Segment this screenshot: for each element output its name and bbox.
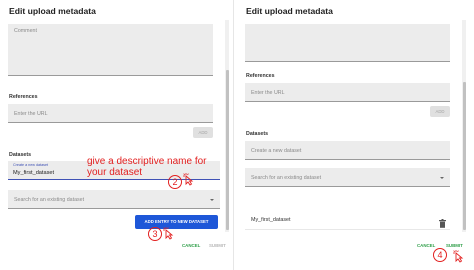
panel-divider	[233, 0, 234, 270]
cursor-click-icon	[452, 249, 466, 268]
right-dialog: Edit upload metadata References Enter th…	[237, 0, 466, 270]
scrollbar[interactable]	[225, 20, 229, 232]
cancel-button[interactable]: CANCEL	[417, 243, 435, 248]
add-entry-to-new-dataset-button[interactable]: ADD ENTRY TO NEW DATASET	[135, 215, 218, 229]
scrollbar[interactable]	[462, 20, 466, 232]
submit-button[interactable]: SUBMIT	[446, 243, 463, 248]
comment-field[interactable]: Comment	[8, 24, 213, 76]
url-input[interactable]: Enter the URL	[245, 83, 450, 102]
new-dataset-input[interactable]: Create a new dataset	[245, 141, 450, 160]
search-placeholder: Search for an existing dataset	[251, 175, 322, 181]
search-placeholder: Search for an existing dataset	[14, 197, 85, 203]
chevron-down-icon	[210, 199, 214, 201]
datasets-label: Datasets	[9, 152, 32, 158]
existing-dataset-select[interactable]: Search for an existing dataset	[245, 168, 450, 187]
url-input[interactable]: Enter the URL	[8, 104, 213, 123]
trash-icon[interactable]	[439, 215, 446, 233]
references-label: References	[246, 73, 275, 79]
new-dataset-value: My_first_dataset	[13, 170, 55, 176]
chevron-down-icon	[440, 177, 444, 179]
dataset-item-name: My_first_dataset	[251, 217, 291, 223]
existing-dataset-select[interactable]: Search for an existing dataset	[8, 190, 220, 209]
new-dataset-floating-label: Create a new dataset	[13, 163, 49, 167]
dataset-list-item: My_first_dataset	[245, 211, 450, 230]
references-label: References	[9, 94, 38, 100]
scrollbar-thumb[interactable]	[462, 82, 466, 230]
dialog-title: Edit upload metadata	[9, 6, 96, 16]
annotation-note-line1: give a descriptive name for	[87, 156, 207, 167]
cursor-click-icon	[162, 226, 176, 245]
scrollbar-thumb[interactable]	[225, 70, 229, 230]
step-3-marker: 3	[148, 227, 162, 241]
dialog-title: Edit upload metadata	[246, 6, 333, 16]
add-reference-button[interactable]: ADD	[430, 106, 450, 117]
comment-placeholder: Comment	[14, 28, 37, 34]
add-reference-button[interactable]: ADD	[193, 127, 213, 138]
cancel-button[interactable]: CANCEL	[182, 243, 200, 248]
new-dataset-placeholder: Create a new dataset	[251, 148, 302, 154]
comment-field[interactable]	[245, 24, 450, 62]
cursor-click-icon	[182, 172, 196, 191]
datasets-label: Datasets	[246, 131, 269, 137]
submit-button-disabled[interactable]: SUBMIT	[209, 243, 226, 248]
url-placeholder: Enter the URL	[14, 111, 48, 117]
url-placeholder: Enter the URL	[251, 90, 285, 96]
left-dialog: Edit upload metadata Comment References …	[0, 0, 229, 270]
step-4-marker: 4	[433, 248, 447, 262]
step-2-marker: 2	[168, 175, 182, 189]
